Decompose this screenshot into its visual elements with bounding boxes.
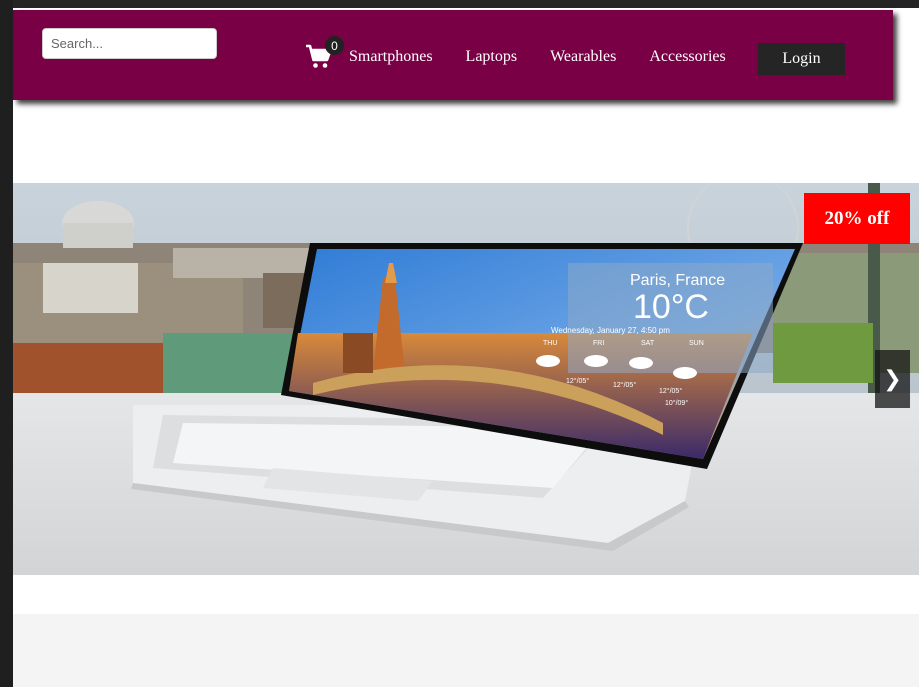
cart-count-badge: 0 (325, 36, 344, 55)
chevron-right-icon: ❯ (883, 366, 902, 392)
main-nav: Smartphones Laptops Wearables Accessorie… (349, 48, 759, 66)
nav-link-laptops[interactable]: Laptops (466, 48, 518, 66)
discount-badge: 20% off (804, 193, 910, 244)
screen-temp-4: 10°/09° (665, 399, 688, 407)
nav-link-smartphones[interactable]: Smartphones (349, 48, 433, 66)
screen-day-1: THU (543, 340, 557, 347)
hero-carousel: Paris, France 10°C Wednesday, January 27… (13, 183, 919, 575)
screen-city-label: Paris, France (630, 272, 725, 289)
window-left-edge (0, 0, 13, 687)
cart-button[interactable]: 0 (305, 36, 344, 74)
hero-laptop-image: Paris, France 10°C Wednesday, January 27… (13, 183, 919, 575)
nav-link-accessories[interactable]: Accessories (649, 48, 725, 66)
carousel-next-button[interactable]: ❯ (875, 350, 910, 408)
screen-temp-3: 12°/05° (659, 387, 682, 395)
screen-day-4: SUN (689, 340, 704, 347)
screen-day-2: FRI (593, 340, 604, 347)
login-button[interactable]: Login (758, 43, 845, 75)
navbar: 0 Smartphones Laptops Wearables Accessor… (13, 10, 893, 100)
screen-temperature: 10°C (633, 288, 709, 326)
screen-temp-1: 12°/05° (566, 377, 589, 385)
screen-temp-2: 12°/05° (613, 381, 636, 389)
nav-link-wearables[interactable]: Wearables (550, 48, 616, 66)
search-input[interactable] (42, 28, 217, 59)
screen-date: Wednesday, January 27, 4:50 pm (551, 326, 670, 335)
window-top-edge (0, 0, 919, 8)
content-section (13, 614, 919, 687)
screen-day-3: SAT (641, 340, 655, 347)
